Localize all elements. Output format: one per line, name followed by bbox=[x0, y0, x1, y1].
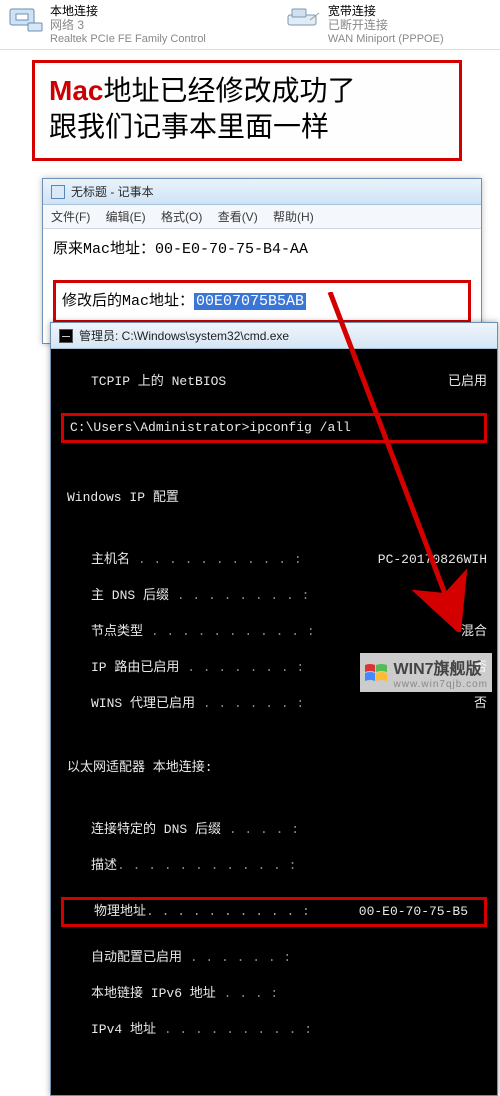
cmd-dnssuffix: 主 DNS 后缀 bbox=[51, 588, 169, 603]
notepad-selected-mac: 00E07075B5AB bbox=[194, 293, 306, 310]
annotation-line1: Mac地址已经修改成功了 bbox=[49, 73, 445, 110]
wan-conn-adapter: WAN Miniport (PPPOE) bbox=[328, 32, 444, 46]
cmd-physaddr-value: 00-E0-70-75-B5 bbox=[359, 903, 478, 921]
local-conn-sub: 网络 3 bbox=[50, 18, 206, 32]
cmd-prompt-line: C:\Users\Administrator>ipconfig /all bbox=[70, 420, 351, 435]
cmd-netbios: TCPIP 上的 NetBIOS bbox=[51, 374, 226, 389]
ethernet-icon bbox=[8, 4, 44, 34]
menu-format[interactable]: 格式(O) bbox=[161, 210, 202, 224]
menu-help[interactable]: 帮助(H) bbox=[273, 210, 314, 224]
cmd-wins-val: 否 bbox=[474, 695, 497, 713]
cmd-titlebar[interactable]: 管理员: C:\Windows\system32\cmd.exe bbox=[51, 323, 497, 349]
cmd-wins: WINS 代理已启用 bbox=[51, 696, 195, 711]
cmd-title: 管理员: C:\Windows\system32\cmd.exe bbox=[79, 327, 289, 344]
notepad-line-modified-label: 修改后的Mac地址： bbox=[62, 293, 194, 310]
menu-file[interactable]: 文件(F) bbox=[51, 210, 90, 224]
cmd-iproute: IP 路由已启用 bbox=[51, 660, 179, 675]
notepad-titlebar[interactable]: 无标题 - 记事本 bbox=[43, 179, 481, 205]
watermark-brand: WIN7旗舰版 bbox=[394, 655, 488, 679]
annotation-mac-word: Mac bbox=[49, 75, 103, 106]
annotation-line2: 跟我们记事本里面一样 bbox=[49, 110, 445, 146]
wan-conn-sub: 已断开连接 bbox=[328, 18, 444, 32]
annotation-callout: Mac地址已经修改成功了 跟我们记事本里面一样 bbox=[32, 60, 462, 161]
windows-flag-icon bbox=[364, 663, 388, 683]
local-connection-item[interactable]: 本地连接 网络 3 Realtek PCIe FE Family Control bbox=[8, 4, 206, 49]
notepad-highlight-box: 修改后的Mac地址：00E07075B5AB bbox=[53, 280, 471, 323]
cmd-body[interactable]: TCPIP 上的 NetBIOS 已启用 C:\Users\Administrat… bbox=[51, 349, 497, 1095]
cmd-ipv4: IPv4 地址 bbox=[51, 1022, 156, 1037]
cmd-physaddr-highlight: 物理地址. . . . . . . . . . : 00-E0-70-75-B5 bbox=[61, 897, 487, 927]
cmd-netbios-val: 已启用 bbox=[448, 373, 497, 391]
local-conn-title: 本地连接 bbox=[50, 4, 206, 18]
wan-connection-item[interactable]: 宽带连接 已断开连接 WAN Miniport (PPPOE) bbox=[286, 4, 444, 49]
modem-icon bbox=[286, 4, 322, 34]
notepad-line-original: 原来Mac地址：00-E0-70-75-B4-AA bbox=[53, 237, 471, 258]
cmd-hostname-label: 主机名 bbox=[51, 552, 130, 567]
cmd-desc: 描述 bbox=[51, 858, 117, 873]
notepad-icon bbox=[51, 185, 65, 199]
cmd-autoconf: 自动配置已启用 bbox=[51, 950, 182, 965]
cmd-command-highlight: C:\Users\Administrator>ipconfig /all bbox=[61, 413, 487, 443]
cmd-nodetype-label: 节点类型 bbox=[51, 624, 143, 639]
cmd-ipconfig-header: Windows IP 配置 bbox=[51, 489, 497, 507]
local-conn-adapter: Realtek PCIe FE Family Control bbox=[50, 32, 206, 46]
cmd-linklocal: 本地链接 IPv6 地址 bbox=[51, 986, 216, 1001]
watermark-url: www.win7qjb.com bbox=[394, 679, 488, 690]
cmd-nodetype-value: 混合 bbox=[461, 623, 497, 641]
menu-view[interactable]: 查看(V) bbox=[218, 210, 258, 224]
network-connections-row: 本地连接 网络 3 Realtek PCIe FE Family Control… bbox=[0, 0, 500, 50]
wan-conn-title: 宽带连接 bbox=[328, 4, 444, 18]
menu-edit[interactable]: 编辑(E) bbox=[106, 210, 146, 224]
notepad-window: 无标题 - 记事本 文件(F) 编辑(E) 格式(O) 查看(V) 帮助(H) … bbox=[42, 178, 482, 344]
notepad-menubar: 文件(F) 编辑(E) 格式(O) 查看(V) 帮助(H) bbox=[43, 205, 481, 229]
watermark: WIN7旗舰版 www.win7qjb.com bbox=[360, 653, 492, 692]
notepad-title: 无标题 - 记事本 bbox=[71, 183, 154, 200]
cmd-window: 管理员: C:\Windows\system32\cmd.exe TCPIP 上… bbox=[50, 322, 498, 1096]
cmd-conn-dns: 连接特定的 DNS 后缀 bbox=[51, 822, 221, 837]
cmd-adapter-header: 以太网适配器 本地连接: bbox=[51, 759, 497, 777]
cmd-icon bbox=[59, 329, 73, 343]
cmd-hostname-value: PC-20170826WIH bbox=[378, 551, 497, 569]
cmd-physaddr-label: 物理地址 bbox=[70, 904, 146, 919]
